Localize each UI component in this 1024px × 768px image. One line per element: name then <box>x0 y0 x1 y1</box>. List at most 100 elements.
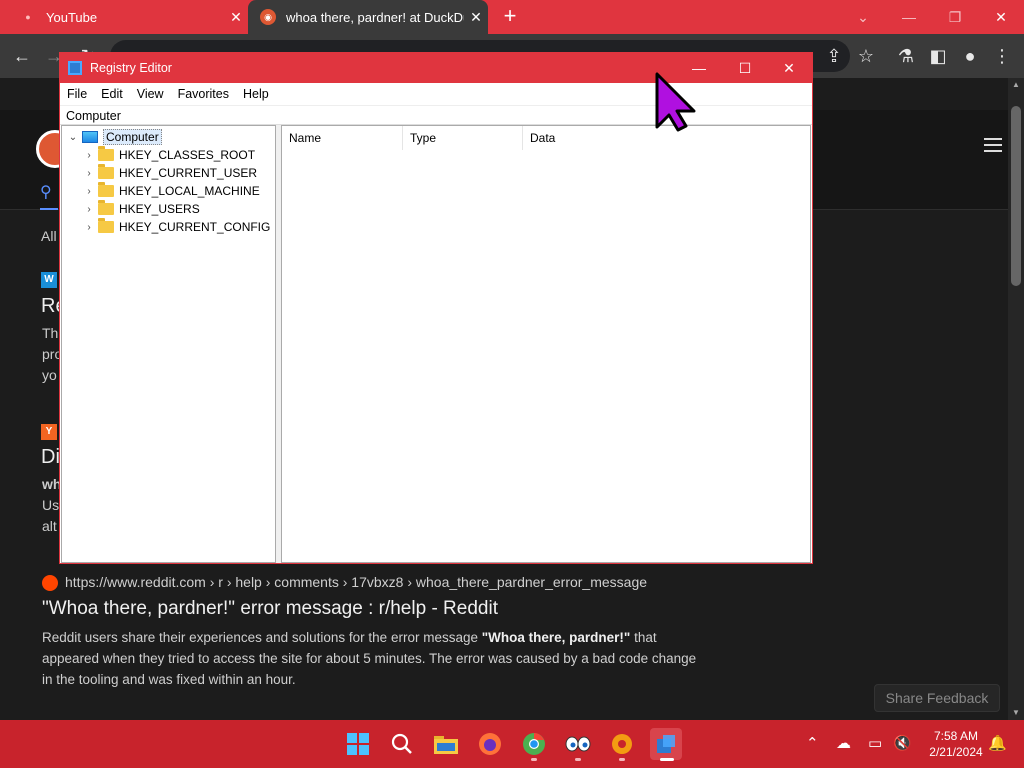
tree-item-label: HKEY_USERS <box>119 202 200 216</box>
running-indicator <box>575 758 581 761</box>
running-indicator <box>619 758 625 761</box>
scrollbar-thumb[interactable] <box>1011 106 1021 286</box>
menu-file[interactable]: File <box>60 87 94 101</box>
chevron-right-icon[interactable]: › <box>82 168 96 179</box>
registry-values-pane[interactable]: Name Type Data <box>281 125 811 563</box>
result-badge-icon: Y <box>41 424 57 440</box>
browser-close-icon[interactable]: ✕ <box>978 0 1024 34</box>
column-header-type[interactable]: Type <box>403 126 523 150</box>
maximize-icon[interactable]: ☐ <box>722 53 768 83</box>
folder-icon <box>98 200 114 215</box>
active-tab-underline <box>40 208 58 210</box>
menu-help[interactable]: Help <box>236 87 276 101</box>
show-hidden-icons-chevron-icon[interactable]: ⌃ <box>806 734 819 752</box>
browser-tab-strip: ● YouTube ✕ ◉ whoa there, pardner! at Du… <box>0 0 1024 34</box>
tab-duckduckgo[interactable]: ◉ whoa there, pardner! at DuckDu ✕ <box>248 0 488 34</box>
tree-item-computer[interactable]: ⌄ Computer <box>66 128 162 146</box>
more-menu-icon[interactable]: ⋮ <box>990 44 1014 68</box>
share-feedback-button[interactable]: Share Feedback <box>874 684 1000 712</box>
filter-all[interactable]: All <box>41 228 57 244</box>
tree-item-label: HKEY_LOCAL_MACHINE <box>119 184 260 198</box>
column-header-name[interactable]: Name <box>282 126 403 150</box>
youtube-favicon-icon: ● <box>25 12 31 22</box>
system-clock[interactable]: 7:58 AM 2/21/2024 <box>916 728 996 760</box>
result-title-link[interactable]: "Whoa there, pardner!" error message : r… <box>42 598 498 620</box>
file-explorer-icon[interactable] <box>430 728 462 760</box>
display-icon[interactable]: ▭ <box>868 734 882 752</box>
settings-gear-icon[interactable] <box>606 728 638 760</box>
tree-item-hkey-current-config[interactable]: › HKEY_CURRENT_CONFIG <box>82 218 270 236</box>
bookmark-star-icon[interactable]: ☆ <box>854 44 878 68</box>
tab-youtube[interactable]: ● YouTube ✕ <box>8 0 248 34</box>
folder-icon <box>98 182 114 197</box>
tree-item-hkey-local-machine[interactable]: › HKEY_LOCAL_MACHINE <box>82 182 260 200</box>
result-url[interactable]: https://www.reddit.com › r › help › comm… <box>65 574 647 590</box>
tree-item-hkey-users[interactable]: › HKEY_USERS <box>82 200 200 218</box>
clock-time: 7:58 AM <box>933 729 979 743</box>
scroll-down-icon[interactable]: ▼ <box>1008 706 1024 720</box>
share-icon[interactable]: ⇪ <box>822 44 846 68</box>
chevron-right-icon[interactable]: › <box>82 222 96 233</box>
start-windows-icon[interactable] <box>342 728 374 760</box>
notification-bell-icon[interactable]: 🔔 <box>988 734 1007 752</box>
tree-item-label: Computer <box>103 129 162 145</box>
hamburger-menu-icon[interactable] <box>984 138 1002 152</box>
result-snippet-line: alt <box>42 518 57 534</box>
folder-icon <box>98 164 114 179</box>
clock-date: 2/21/2024 <box>929 745 983 759</box>
tree-item-hkey-classes-root[interactable]: › HKEY_CLASSES_ROOT <box>82 146 255 164</box>
result-badge-icon: W <box>41 272 57 288</box>
result-snippet-line: Th <box>42 325 59 341</box>
computer-icon <box>82 131 98 143</box>
chevron-right-icon[interactable]: › <box>82 204 96 215</box>
registry-editor-taskbar-icon[interactable] <box>650 728 682 760</box>
result-description-bold: "Whoa there, pardner!" <box>481 630 631 645</box>
chevron-right-icon[interactable]: › <box>82 150 96 161</box>
folder-icon <box>98 218 114 233</box>
tree-item-label: HKEY_CURRENT_USER <box>119 166 258 180</box>
tree-item-hkey-current-user[interactable]: › HKEY_CURRENT_USER <box>82 164 257 182</box>
tab-title: whoa there, pardner! at DuckDu <box>286 9 464 25</box>
reddit-favicon-icon <box>42 575 58 591</box>
result-description-text: Reddit users share their experiences and… <box>42 630 482 645</box>
chrome-icon[interactable] <box>518 728 550 760</box>
browser-restore-icon[interactable]: ❐ <box>932 0 978 34</box>
chevron-down-icon[interactable]: ⌄ <box>66 132 80 143</box>
folder-icon <box>98 146 114 161</box>
page-scrollbar[interactable]: ▲ ▼ <box>1008 78 1024 720</box>
menu-favorites[interactable]: Favorites <box>171 87 236 101</box>
search-icon[interactable] <box>386 728 418 760</box>
side-panel-icon[interactable]: ◧ <box>926 44 950 68</box>
tab-search-chevron-icon[interactable]: ⌄ <box>840 0 886 34</box>
tree-item-label: HKEY_CURRENT_CONFIG <box>119 220 271 234</box>
tab-title: YouTube <box>46 9 98 25</box>
result-title-partial[interactable]: Di <box>41 446 60 469</box>
search-tab-icon[interactable]: ⚲ <box>40 182 52 202</box>
result-description: Reddit users share their experiences and… <box>42 627 702 690</box>
running-indicator <box>531 758 537 761</box>
mouse-pointer-icon <box>655 72 696 132</box>
cloud-offline-icon[interactable]: ☁ <box>836 734 851 752</box>
eyes-app-icon[interactable] <box>562 728 594 760</box>
registry-editor-app-icon <box>68 61 82 75</box>
firefox-icon[interactable] <box>474 728 506 760</box>
tree-item-label: HKEY_CLASSES_ROOT <box>119 148 256 162</box>
profile-avatar-icon[interactable]: ● <box>958 44 982 68</box>
new-tab-button[interactable]: + <box>498 5 522 29</box>
tab-close-icon[interactable]: ✕ <box>464 9 488 26</box>
result-snippet-line: yo <box>42 367 57 383</box>
windows-taskbar: ⌃ ☁ ▭ 🔇 7:58 AM 2/21/2024 🔔 <box>0 720 1024 768</box>
labs-flask-icon[interactable]: ⚗ <box>894 44 918 68</box>
scroll-up-icon[interactable]: ▲ <box>1008 78 1024 92</box>
menu-edit[interactable]: Edit <box>94 87 130 101</box>
back-arrow-icon[interactable]: ← <box>10 44 34 68</box>
browser-minimize-icon[interactable]: — <box>886 0 932 34</box>
menu-view[interactable]: View <box>130 87 171 101</box>
chevron-right-icon[interactable]: › <box>82 186 96 197</box>
tab-close-icon[interactable]: ✕ <box>224 9 248 26</box>
volume-muted-icon[interactable]: 🔇 <box>893 734 912 752</box>
duckduckgo-favicon-icon: ◉ <box>260 9 276 25</box>
active-indicator <box>660 758 674 761</box>
close-icon[interactable]: ✕ <box>766 53 812 83</box>
registry-tree-pane: ⌄ Computer › HKEY_CLASSES_ROOT › HKEY_CU… <box>61 125 276 563</box>
